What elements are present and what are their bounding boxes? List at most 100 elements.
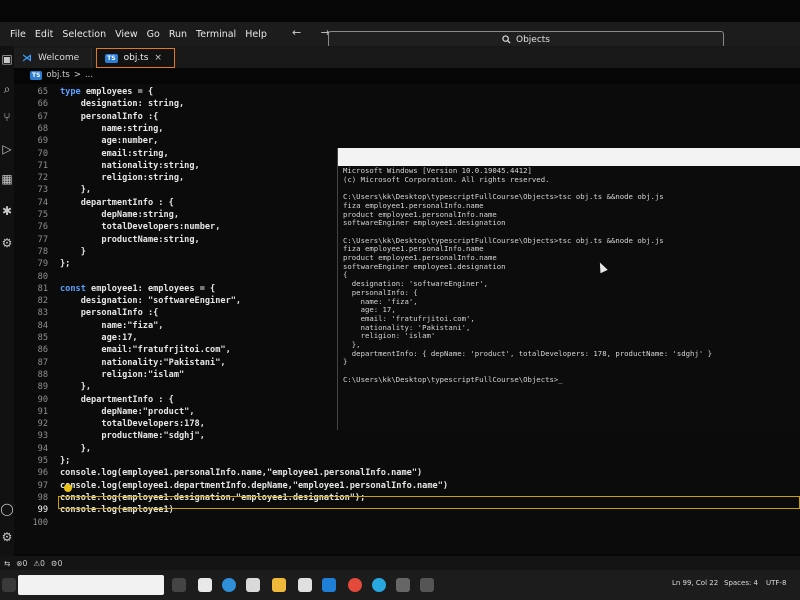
- code-line[interactable]: 97 console.log(employee1.departmentInfo.d…: [14, 480, 800, 492]
- menu-item-selection[interactable]: Selection: [62, 29, 106, 40]
- account-icon[interactable]: ◯: [0, 502, 14, 516]
- code-text: type employees = {: [60, 87, 154, 97]
- menu-item-file[interactable]: File: [10, 29, 26, 40]
- lightbulb-icon[interactable]: [64, 484, 72, 492]
- line-number: 84: [37, 320, 48, 331]
- debug-icon[interactable]: ✱: [0, 204, 14, 218]
- skype-icon[interactable]: [372, 578, 386, 592]
- mail-icon[interactable]: [298, 578, 312, 592]
- tab-bar: ⋊ Welcome TS obj.ts ×: [14, 46, 800, 68]
- code-text: const employee1: employees = {: [60, 283, 216, 294]
- breadcrumb-file[interactable]: obj.ts: [46, 70, 69, 80]
- start-icon[interactable]: [2, 578, 16, 592]
- code-text: age:17,: [60, 333, 138, 343]
- line-number: 86: [37, 345, 48, 356]
- source-control-icon[interactable]: ⑂: [0, 110, 14, 124]
- terminal-line: {: [343, 270, 348, 280]
- terminal-line: designation: 'softwareEnginer',: [343, 279, 488, 289]
- file-explorer-icon[interactable]: [198, 578, 212, 592]
- store-icon[interactable]: [246, 578, 260, 592]
- indentation[interactable]: Spaces: 4: [724, 579, 758, 587]
- terminal-line: fiza employee1.personalInfo.name: [343, 200, 484, 210]
- close-icon[interactable]: ×: [154, 53, 162, 63]
- line-number: 94: [37, 443, 48, 454]
- menu-item-help[interactable]: Help: [245, 29, 267, 40]
- taskbar-search[interactable]: [18, 575, 164, 595]
- code-text: totalDevelopers:178,: [60, 419, 205, 430]
- activity-bar: ▣ ⌕ ⑂ ▷ ▦ ✱ ⚙ ◯ ⚙: [0, 46, 14, 556]
- chrome-icon[interactable]: [348, 578, 362, 592]
- vscode-taskbar-icon[interactable]: [322, 578, 336, 592]
- line-number: 70: [37, 148, 48, 159]
- code-text: name:"fiza",: [60, 320, 164, 331]
- code-text: productName:"sdghj",: [60, 431, 205, 442]
- code-line[interactable]: 67 personalInfo :{: [14, 111, 800, 123]
- line-number: 67: [37, 111, 48, 122]
- code-line[interactable]: 68 name:string,: [14, 123, 800, 135]
- line-number: 76: [37, 222, 48, 233]
- keyword-token: const: [60, 283, 86, 294]
- tab-obj-ts[interactable]: TS obj.ts ×: [96, 48, 175, 68]
- code-line[interactable]: 66 designation: string,: [14, 98, 800, 110]
- menu-item-terminal[interactable]: Terminal: [196, 29, 236, 40]
- code-text: },: [60, 185, 92, 196]
- line-number: 98: [37, 492, 48, 503]
- code-text: designation: string,: [60, 99, 185, 110]
- terminal-title-bar[interactable]: [338, 148, 800, 166]
- menu-item-view[interactable]: View: [115, 29, 138, 40]
- code-line[interactable]: 96 console.log(employee1.personalInfo.nam…: [14, 467, 800, 479]
- current-line-highlight: [58, 496, 800, 509]
- run-debug-icon[interactable]: ▷: [0, 142, 14, 156]
- code-text: }: [60, 246, 86, 257]
- taskbar: Ln 99, Col 22 Spaces: 4 UTF-8: [0, 570, 800, 600]
- terminal-line: },: [343, 340, 361, 349]
- terminal-line: (c) Microsoft Corporation. All rights re…: [343, 174, 550, 184]
- code-text: religion:"islam": [60, 369, 185, 380]
- task-view-icon[interactable]: [172, 578, 186, 592]
- explorer-icon[interactable]: ▣: [0, 52, 14, 66]
- terminal-line: religion: 'islam': [343, 331, 436, 341]
- folder-icon[interactable]: [272, 578, 286, 592]
- remote-icon[interactable]: ⚙: [0, 236, 14, 250]
- warning-count[interactable]: ⚠0: [33, 559, 45, 568]
- code-line[interactable]: 93 productName:"sdghj",: [14, 430, 800, 442]
- code-text: depName:string,: [60, 210, 179, 220]
- terminal-line: softwareEnginer employee1.designation: [343, 218, 506, 228]
- code-line[interactable]: 65 type employees = {: [14, 86, 800, 98]
- vscode-icon: ⋊: [22, 52, 32, 64]
- menu-item-go[interactable]: Go: [147, 29, 160, 40]
- code-text: },: [60, 382, 92, 393]
- extensions-icon[interactable]: ▦: [0, 172, 14, 186]
- line-number: 87: [37, 357, 48, 368]
- tab-welcome[interactable]: ⋊ Welcome: [14, 48, 93, 68]
- search-icon[interactable]: ⌕: [0, 82, 14, 97]
- app-icon[interactable]: [420, 578, 434, 592]
- code-text: };: [60, 259, 71, 270]
- encoding[interactable]: UTF-8: [766, 579, 786, 587]
- settings-icon[interactable]: ⚙: [0, 530, 14, 544]
- line-number: 83: [37, 308, 48, 319]
- terminal-window[interactable]: Microsoft Windows [Version 10.0.19045.44…: [337, 148, 800, 430]
- error-count[interactable]: ⊗0: [16, 559, 27, 568]
- line-number: 91: [37, 406, 48, 417]
- line-number: 100: [32, 517, 48, 528]
- tab-label: Welcome: [38, 53, 80, 63]
- app-icon[interactable]: [396, 578, 410, 592]
- code-line[interactable]: 69 age:number,: [14, 135, 800, 147]
- cursor-position[interactable]: Ln 99, Col 22: [672, 579, 718, 587]
- remote-indicator-icon[interactable]: ⇆: [4, 559, 10, 568]
- ts-icon: TS: [105, 53, 118, 63]
- breadcrumb-rest[interactable]: ...: [85, 70, 93, 80]
- terminal-line: C:\Users\kk\Desktop\typescriptFullCourse…: [343, 374, 563, 384]
- code-text: personalInfo :{: [60, 111, 159, 122]
- code-line[interactable]: 94 },: [14, 443, 800, 455]
- code-line[interactable]: 95};: [14, 455, 800, 467]
- menu-item-run[interactable]: Run: [169, 29, 187, 40]
- code-line[interactable]: 100: [14, 517, 800, 529]
- edge-icon[interactable]: [222, 578, 236, 592]
- line-number: 69: [37, 136, 48, 147]
- ports-count[interactable]: ⚙0: [51, 559, 63, 568]
- search-icon: [502, 35, 511, 44]
- menu-item-edit[interactable]: Edit: [35, 29, 53, 40]
- line-number: 95: [37, 456, 48, 466]
